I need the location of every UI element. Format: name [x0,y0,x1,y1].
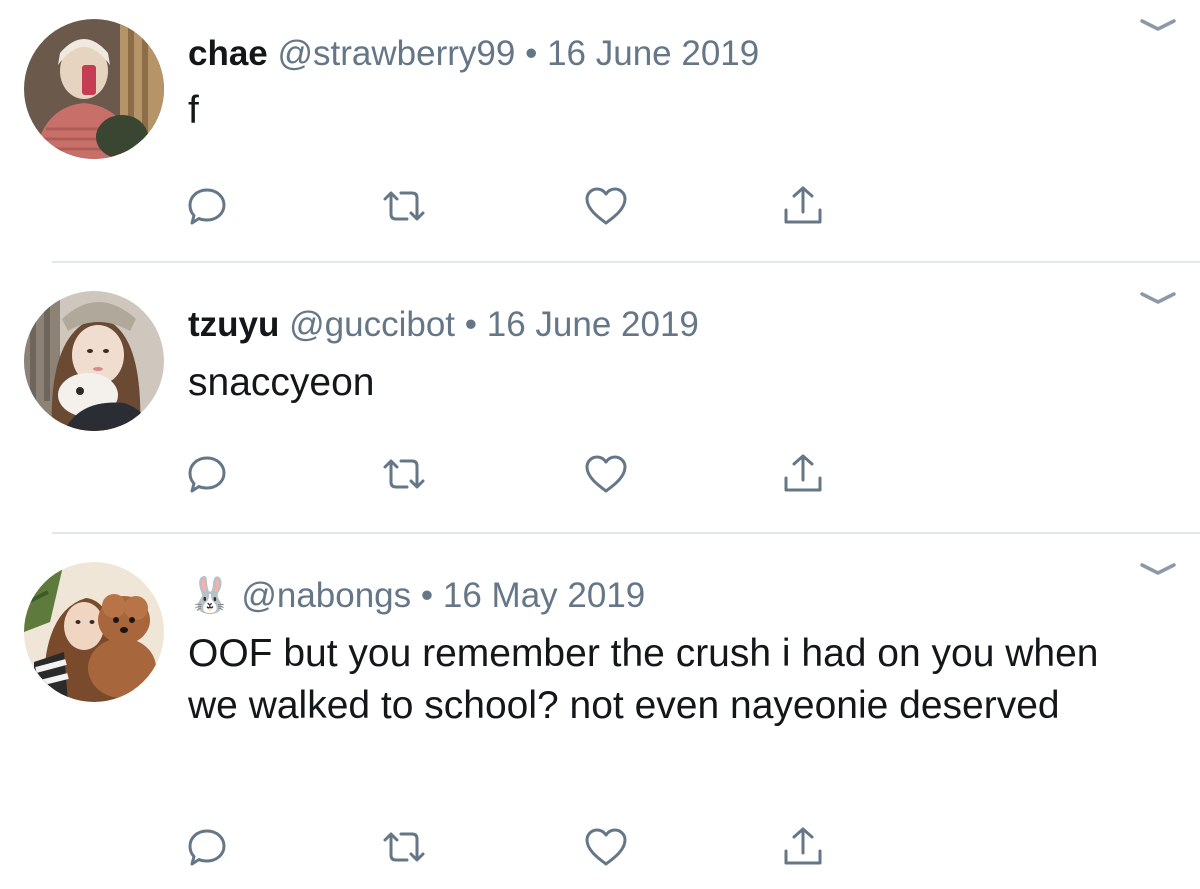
retweet-icon [383,191,425,221]
heart-icon [585,455,627,493]
action-bar [180,449,880,499]
like-button[interactable] [579,822,633,872]
tweet-text: snaccyeon [188,361,375,404]
share-icon [784,454,822,492]
like-button[interactable] [579,181,633,231]
avatar[interactable] [24,19,164,159]
retweet-button[interactable] [377,449,431,499]
reply-button[interactable] [180,449,234,499]
share-button[interactable] [776,181,830,231]
display-name[interactable]: tzuyu [188,305,279,344]
display-name[interactable]: 🐰 [188,576,232,615]
tweet-header: 🐰 @nabongs • 16 May 2019 [188,576,645,616]
tweet[interactable]: 🐰 @nabongs • 16 May 2019 OOF but you rem… [0,534,1200,889]
action-bar [180,181,880,231]
retweet-icon [383,459,425,489]
avatar[interactable] [24,562,164,702]
avatar-image [24,19,164,159]
tweet[interactable]: tzuyu @guccibot • 16 June 2019 snaccyeon [0,263,1200,533]
share-icon [784,827,822,865]
like-button[interactable] [579,449,633,499]
timestamp[interactable]: 16 June 2019 [487,305,699,344]
action-bar [180,822,880,872]
timestamp[interactable]: 16 May 2019 [443,576,645,615]
retweet-icon [383,832,425,862]
share-button[interactable] [776,449,830,499]
reply-icon [188,188,226,225]
chevron-down-icon[interactable] [1136,287,1180,311]
avatar-image [24,291,164,431]
reply-icon [188,829,226,866]
tweet[interactable]: chae @strawberry99 • 16 June 2019 f [0,0,1200,262]
handle[interactable]: @nabongs [241,576,411,615]
tweet-header: tzuyu @guccibot • 16 June 2019 [188,305,699,345]
reply-button[interactable] [180,822,234,872]
separator: • [420,576,434,615]
handle[interactable]: @guccibot [289,305,455,344]
display-name[interactable]: chae [188,34,268,73]
chevron-down-icon[interactable] [1136,14,1180,38]
share-icon [784,186,822,224]
reply-button[interactable] [180,181,234,231]
tweet-header: chae @strawberry99 • 16 June 2019 [188,34,759,74]
avatar[interactable] [24,291,164,431]
handle[interactable]: @strawberry99 [278,34,516,73]
tweet-text: f [188,89,199,132]
retweet-button[interactable] [377,181,431,231]
reply-icon [188,456,226,493]
tweet-text: OOF but you remember the crush i had on … [188,632,1099,727]
heart-icon [585,828,627,866]
heart-icon [585,187,627,225]
chevron-down-icon[interactable] [1136,558,1180,582]
separator: • [464,305,478,344]
separator: • [525,34,538,73]
timestamp[interactable]: 16 June 2019 [547,34,759,73]
retweet-button[interactable] [377,822,431,872]
avatar-image [24,562,164,702]
share-button[interactable] [776,822,830,872]
